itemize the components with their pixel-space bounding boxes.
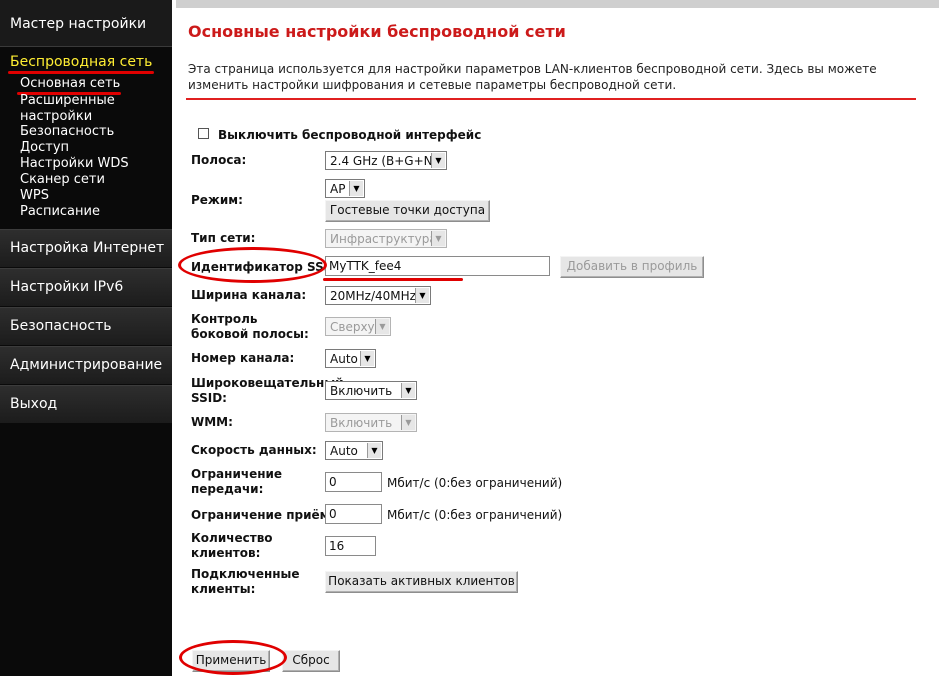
- network-type-select[interactable]: Инфраструктура ▼: [325, 229, 447, 248]
- chevron-down-icon: ▼: [367, 443, 381, 458]
- sidebar-subitem-wds[interactable]: Настройки WDS: [20, 156, 129, 172]
- page-description: Эта страница используется для настройки …: [188, 62, 877, 92]
- band-value: 2.4 GHz (B+G+N): [330, 154, 438, 168]
- annotation-underline: [8, 71, 154, 74]
- title-separator: [186, 98, 916, 100]
- channel-width-value: 20MHz/40MHz: [330, 289, 416, 303]
- rx-limit-label: Ограничение приёма:: [191, 508, 343, 522]
- chevron-down-icon: ▼: [431, 153, 445, 168]
- disable-interface-label: Выключить беспроводной интерфейс: [218, 128, 482, 142]
- band-select[interactable]: 2.4 GHz (B+G+N) ▼: [325, 151, 447, 170]
- tx-limit-unit: Мбит/с (0:без ограничений): [387, 476, 563, 490]
- top-strip: [176, 0, 939, 8]
- sideband-label: Контроль боковой полосы:: [191, 312, 309, 341]
- broadcast-ssid-value: Включить: [330, 384, 393, 398]
- sidebar-subitem-advanced[interactable]: Расширенные настройки: [20, 93, 130, 125]
- wmm-value: Включить: [330, 416, 393, 430]
- channel-select[interactable]: Auto ▼: [325, 349, 376, 368]
- broadcast-ssid-select[interactable]: Включить ▼: [325, 381, 417, 400]
- network-type-value: Инфраструктура: [330, 232, 437, 246]
- sidebar-item-exit[interactable]: Выход: [0, 385, 172, 423]
- chevron-down-icon: ▼: [360, 351, 374, 366]
- chevron-down-icon: ▼: [431, 231, 445, 246]
- network-type-label: Тип сети:: [191, 231, 256, 245]
- rx-limit-unit: Мбит/с (0:без ограничений): [387, 508, 563, 522]
- chevron-down-icon: ▼: [415, 288, 429, 303]
- data-rate-value: Auto: [330, 444, 358, 458]
- ssid-input[interactable]: MyTTK_fee4: [325, 256, 550, 276]
- sidebar-subitem-security[interactable]: Безопасность: [20, 124, 114, 140]
- sidebar-subitem-schedule[interactable]: Расписание: [20, 204, 100, 220]
- sidebar-item-wireless[interactable]: Беспроводная сеть: [10, 54, 152, 70]
- wmm-label: WMM:: [191, 415, 233, 429]
- sidebar-item-wizard[interactable]: Мастер настройки: [0, 0, 172, 47]
- tx-limit-label: Ограничение передачи:: [191, 467, 283, 496]
- channel-width-label: Ширина канала:: [191, 288, 307, 302]
- client-count-input[interactable]: 16: [325, 536, 376, 556]
- chevron-down-icon: ▼: [401, 415, 415, 430]
- mode-select[interactable]: AP ▼: [325, 179, 365, 198]
- sidebar-subitem-basic[interactable]: Основная сеть: [20, 76, 120, 92]
- sidebar-item-label: Настройка Интернет: [10, 240, 165, 256]
- sidebar-item-internet[interactable]: Настройка Интернет: [0, 229, 172, 267]
- annotation-underline: [323, 278, 463, 281]
- chevron-down-icon: ▼: [349, 181, 363, 196]
- sidebar-item-security[interactable]: Безопасность: [0, 307, 172, 345]
- wmm-select[interactable]: Включить ▼: [325, 413, 417, 432]
- sidebar-item-label: Настройки IPv6: [10, 279, 124, 295]
- rx-limit-input[interactable]: 0: [325, 504, 382, 524]
- channel-value: Auto: [330, 352, 358, 366]
- sidebar-item-label: Безопасность: [10, 318, 112, 334]
- add-to-profile-button[interactable]: Добавить в профиль: [560, 256, 704, 278]
- annotation-ellipse-apply: [179, 640, 287, 675]
- data-rate-label: Скорость данных:: [191, 443, 317, 457]
- chevron-down-icon: ▼: [401, 383, 415, 398]
- page-title: Основные настройки беспроводной сети: [188, 22, 566, 41]
- mode-label: Режим:: [191, 193, 243, 207]
- show-active-clients-button[interactable]: Показать активных клиентов: [325, 571, 518, 593]
- sidebar-item-label: Мастер настройки: [10, 16, 147, 32]
- mode-value: AP: [330, 182, 346, 196]
- data-rate-select[interactable]: Auto ▼: [325, 441, 383, 460]
- sideband-select[interactable]: Сверху ▼: [325, 317, 391, 336]
- channel-width-select[interactable]: 20MHz/40MHz ▼: [325, 286, 431, 305]
- sidebar: Мастер настройки Беспроводная сеть Основ…: [0, 0, 172, 676]
- disable-interface-checkbox[interactable]: [198, 128, 209, 139]
- sideband-value: Сверху: [330, 320, 375, 334]
- sidebar-item-ipv6[interactable]: Настройки IPv6: [0, 268, 172, 306]
- sidebar-subitem-access[interactable]: Доступ: [20, 140, 69, 156]
- broadcast-ssid-label: Широковещательный SSID:: [191, 376, 344, 405]
- guest-access-points-button[interactable]: Гостевые точки доступа: [325, 200, 490, 222]
- sidebar-item-label: Администрирование: [10, 357, 163, 373]
- annotation-ellipse-ssid: [178, 247, 327, 283]
- sidebar-subitem-scanner[interactable]: Сканер сети: [20, 172, 105, 188]
- sidebar-item-label: Выход: [10, 396, 58, 412]
- sidebar-item-administration[interactable]: Администрирование: [0, 346, 172, 384]
- reset-button[interactable]: Сброс: [282, 650, 340, 672]
- tx-limit-input[interactable]: 0: [325, 472, 382, 492]
- main-content: Основные настройки беспроводной сети Эта…: [176, 0, 939, 676]
- client-count-label: Количество клиентов:: [191, 531, 273, 560]
- connected-clients-label: Подключенные клиенты:: [191, 567, 300, 596]
- band-label: Полоса:: [191, 153, 247, 167]
- channel-label: Номер канала:: [191, 351, 295, 365]
- chevron-down-icon: ▼: [375, 319, 389, 334]
- sidebar-subitem-wps[interactable]: WPS: [20, 188, 49, 204]
